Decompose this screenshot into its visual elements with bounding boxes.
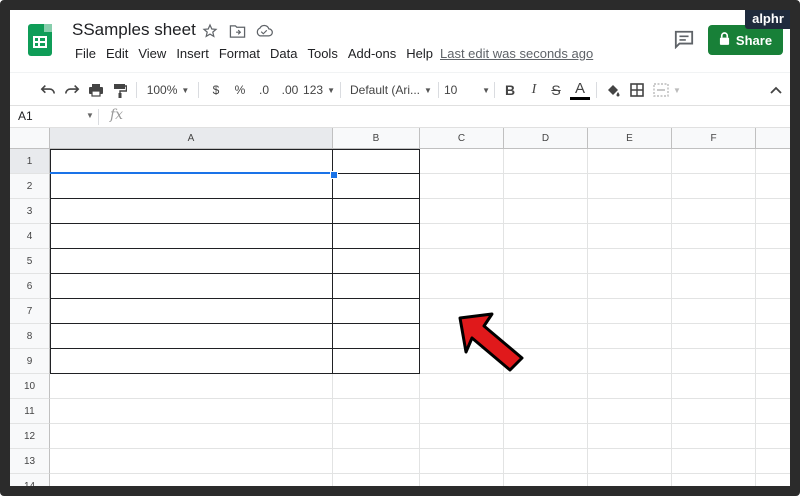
menu-help[interactable]: Help [401,46,438,61]
column-header-f[interactable]: F [672,128,756,149]
currency-button[interactable]: $ [208,80,224,100]
grid-column-line [755,149,756,486]
caret-down-icon: ▼ [424,85,432,95]
row-header-9[interactable]: 9 [10,349,50,374]
grid-row-line [50,473,790,474]
font-size-select[interactable]: 10 ▼ [444,80,490,100]
toolbar: 100% ▼ $ % .0 .00 123 ▼ Default (Ari... ▼ 1… [10,72,790,106]
menu-data[interactable]: Data [265,46,302,61]
row-header-4[interactable]: 4 [10,224,50,249]
more-formats-select[interactable]: 123 ▼ [303,80,335,100]
app-header: SSamples sheet File Edit View Insert For… [10,10,790,72]
undo-icon[interactable] [38,80,58,100]
border-column-line [332,149,333,374]
font-select[interactable]: Default (Ari... ▼ [350,80,436,100]
grid-column-line [587,149,588,486]
percent-button[interactable]: % [232,80,248,100]
border-row-line [50,323,420,324]
caret-down-icon: ▼ [673,85,681,95]
star-icon[interactable] [201,22,219,40]
borders-icon[interactable] [628,80,646,100]
fill-color-icon[interactable] [604,80,622,100]
sheets-logo-icon[interactable] [28,24,52,56]
caret-down-icon: ▼ [482,85,490,95]
text-color-button[interactable]: A [570,80,590,100]
brand-watermark: alphr [745,10,790,29]
grid-row-line [50,398,790,399]
menu-view[interactable]: View [133,46,171,61]
cloud-saved-icon[interactable] [255,22,273,40]
caret-down-icon[interactable]: ▼ [86,111,94,120]
border-row-line [50,198,420,199]
menu-file[interactable]: File [70,46,101,61]
column-header-d[interactable]: D [504,128,588,149]
merge-cells-icon[interactable]: ▼ [652,80,682,100]
decrease-decimal-button[interactable]: .0 [254,80,274,100]
caret-down-icon: ▼ [327,85,335,95]
screenshot-frame: SSamples sheet File Edit View Insert For… [0,0,800,496]
annotation-arrow-icon [458,312,524,372]
row-header-10[interactable]: 10 [10,374,50,399]
comment-history-icon[interactable] [673,29,695,50]
column-header-a[interactable]: A [50,128,333,149]
border-row-line [50,248,420,249]
fx-icon: fx [110,107,124,123]
menu-insert[interactable]: Insert [171,46,214,61]
column-header-e[interactable]: E [588,128,672,149]
border-row-line [50,348,420,349]
row-header-6[interactable]: 6 [10,274,50,299]
border-row-line [50,298,420,299]
menu-format[interactable]: Format [214,46,265,61]
row-header-12[interactable]: 12 [10,424,50,449]
more-formats-value: 123 [303,83,324,97]
select-all-corner[interactable] [10,128,50,149]
menu-tools[interactable]: Tools [302,46,342,61]
increase-decimal-button[interactable]: .00 [278,80,302,100]
column-header-b[interactable]: B [333,128,420,149]
zoom-value: 100% [146,83,178,97]
row-header-3[interactable]: 3 [10,199,50,224]
collapse-toolbar-icon[interactable] [766,80,786,100]
share-button[interactable]: Share [708,25,783,55]
document-title[interactable]: SSamples sheet [72,20,196,40]
border-row-line [50,273,420,274]
selected-cell-a1[interactable] [50,149,333,174]
formula-bar: A1 ▼ fx [10,106,790,128]
italic-button[interactable]: I [526,80,542,100]
strikethrough-button[interactable]: S [548,80,564,100]
bold-button[interactable]: B [502,80,518,100]
column-header-c[interactable]: C [420,128,504,149]
caret-down-icon: ▼ [181,85,190,95]
border-row-line [50,223,420,224]
share-label: Share [735,32,773,48]
row-header-11[interactable]: 11 [10,399,50,424]
row-header-1[interactable]: 1 [10,149,50,174]
menu-bar: File Edit View Insert Format Data Tools … [70,46,438,61]
zoom-select[interactable]: 100% ▼ [144,80,192,100]
grid-row-line [50,448,790,449]
font-size-value: 10 [444,83,458,97]
menu-edit[interactable]: Edit [101,46,133,61]
bordered-range [50,149,420,374]
grid-column-line [671,149,672,486]
row-header-7[interactable]: 7 [10,299,50,324]
spreadsheet-grid[interactable]: A B C D E F 1 2 3 4 5 6 7 8 9 10 11 12 13 14 [10,128,790,486]
menu-add-ons[interactable]: Add-ons [343,46,401,61]
last-edit-link[interactable]: Last edit was seconds ago [440,46,593,61]
print-icon[interactable] [86,80,106,100]
row-header-8[interactable]: 8 [10,324,50,349]
row-header-2[interactable]: 2 [10,174,50,199]
paint-format-icon[interactable] [110,80,130,100]
row-header-5[interactable]: 5 [10,249,50,274]
move-folder-icon[interactable] [228,22,246,40]
font-value: Default (Ari... [350,83,421,97]
name-box[interactable]: A1 [18,109,33,123]
lock-icon [719,32,730,48]
column-header-partial[interactable] [756,128,790,149]
fill-handle[interactable] [330,171,338,179]
row-header-14[interactable]: 14 [10,474,50,486]
grid-row-line [50,423,790,424]
row-header-13[interactable]: 13 [10,449,50,474]
redo-icon[interactable] [62,80,82,100]
